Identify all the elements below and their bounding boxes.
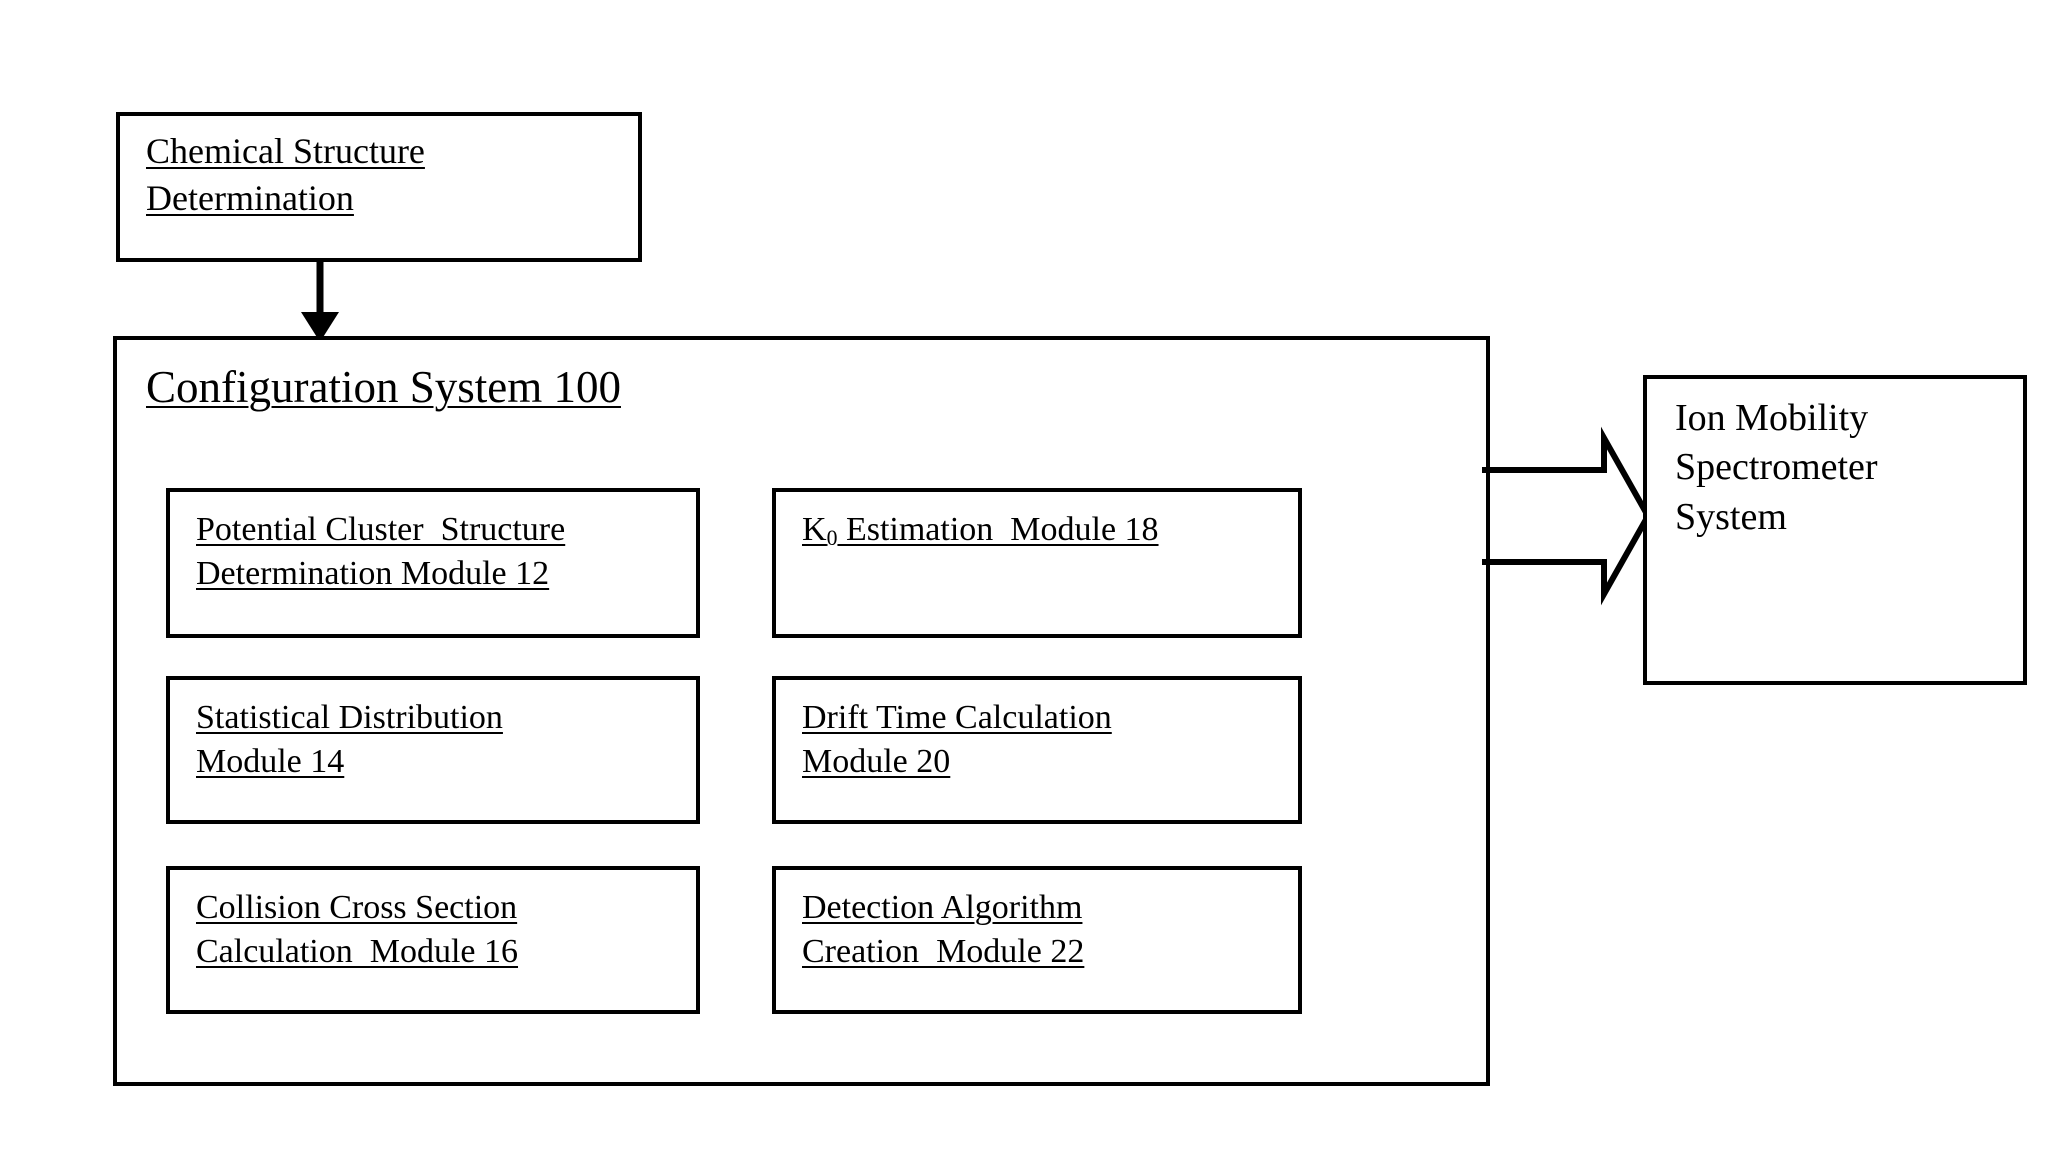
module-18-prefix: K bbox=[802, 511, 827, 548]
configuration-system-title: Configuration System 100 bbox=[146, 362, 621, 412]
module-18-suffix: Estimation Module 18 bbox=[837, 511, 1159, 548]
module-label-20: Drift Time Calculation Module 20 bbox=[802, 699, 1112, 781]
module-label-18: K0 Estimation Module 18 bbox=[802, 508, 1302, 552]
ion-mobility-spectrometer-label: Ion Mobility Spectrometer System bbox=[1675, 397, 1878, 538]
module-label-12: Potential Cluster Structure Determinatio… bbox=[196, 511, 566, 593]
module-label-22: Detection Algorithm Creation Module 22 bbox=[802, 889, 1085, 971]
module-18-subscript: 0 bbox=[826, 525, 838, 550]
module-label-16: Collision Cross Section Calculation Modu… bbox=[196, 889, 519, 971]
module-label-14: Statistical Distribution Module 14 bbox=[196, 699, 503, 781]
arrow-chem-struct-to-config-system bbox=[301, 258, 339, 342]
arrow-config-system-to-ion-mobility bbox=[1482, 426, 1652, 606]
patent-block-diagram: Chemical Structure Determination Configu… bbox=[0, 0, 2064, 1152]
chemical-structure-determination-label: Chemical Structure Determination bbox=[146, 131, 425, 218]
